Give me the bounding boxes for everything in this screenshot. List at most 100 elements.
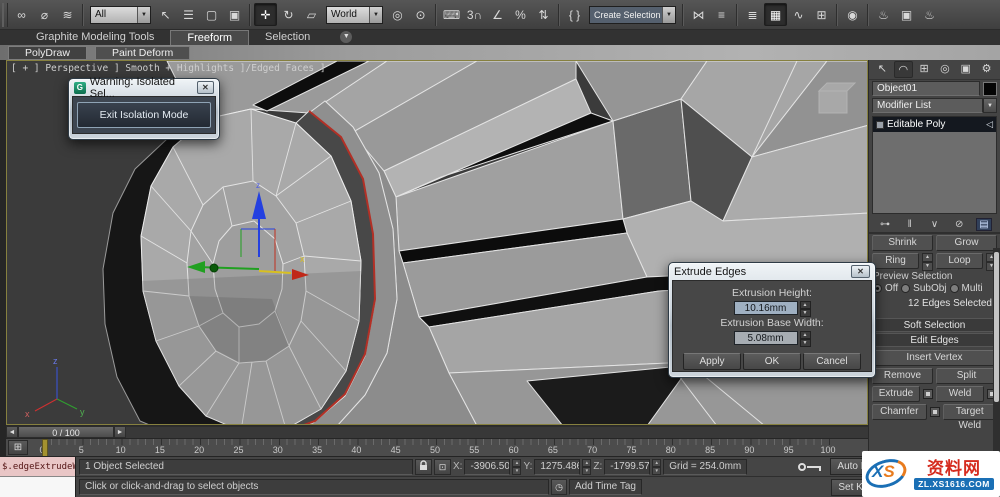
snaps-toggle-icon[interactable]: 3∩: [463, 3, 486, 26]
weld-button[interactable]: Weld: [936, 386, 984, 402]
create-tab-icon[interactable]: ↖: [873, 61, 892, 78]
use-pivot-point-center-icon[interactable]: ◎: [386, 3, 409, 26]
pin-stack-icon[interactable]: ⊶: [877, 219, 893, 230]
tab-freeform[interactable]: Freeform: [170, 30, 250, 45]
toolbar-grip[interactable]: [2, 2, 8, 27]
y-coordinate-input[interactable]: 1275.486m: [534, 458, 581, 475]
modifier-stack[interactable]: Editable Poly ◁: [872, 116, 997, 214]
x-spinner[interactable]: ▲ ▼: [512, 458, 522, 475]
insert-vertex-button[interactable]: Insert Vertex: [872, 350, 997, 366]
extrusion-height-spinner[interactable]: ▲ ▼: [799, 301, 811, 317]
select-and-move-icon[interactable]: ✛: [254, 3, 277, 26]
extrusion-base-width-input[interactable]: 5.08mm: [733, 331, 798, 345]
z-spinner[interactable]: ▲ ▼: [652, 458, 662, 475]
angle-snap-icon[interactable]: ∠: [486, 3, 509, 26]
track-bar[interactable]: ⊞ 05101520253035404550556065707580859095…: [6, 438, 868, 456]
utilities-tab-icon[interactable]: ⚙: [977, 61, 996, 78]
motion-tab-icon[interactable]: ◎: [936, 61, 955, 78]
extrude-close-icon[interactable]: ✕: [851, 265, 870, 278]
preview-multi-radio[interactable]: [949, 284, 959, 293]
mini-curve-editor-icon[interactable]: ⊞: [8, 440, 28, 455]
x-coordinate-input[interactable]: -3906.501: [464, 458, 511, 475]
select-and-manipulate-icon[interactable]: ⊙: [409, 3, 432, 26]
configure-modifier-sets-icon[interactable]: ▤: [976, 217, 992, 231]
time-slider-track[interactable]: [126, 426, 868, 438]
ok-button[interactable]: OK: [743, 353, 801, 370]
display-tab-icon[interactable]: ▣: [956, 61, 975, 78]
select-and-link-icon[interactable]: ∞: [10, 3, 33, 26]
extrusion-base-width-spinner[interactable]: ▲ ▼: [799, 331, 811, 347]
make-unique-icon[interactable]: ∨: [927, 219, 943, 230]
cancel-button[interactable]: Cancel: [803, 353, 861, 370]
absolute-offset-mode-icon[interactable]: ⊡: [434, 458, 451, 475]
show-end-result-icon[interactable]: ‖: [902, 219, 918, 230]
selection-filter-dropdown[interactable]: All ▼: [90, 5, 151, 24]
z-coordinate-input[interactable]: -1799.572: [604, 458, 651, 475]
maxscript-mini-listener[interactable]: $.edgeExtrudeW:: [0, 457, 76, 497]
y-spinner[interactable]: ▲ ▼: [582, 458, 592, 475]
extrude-settings-icon[interactable]: [923, 389, 933, 399]
split-button[interactable]: Split: [936, 368, 997, 384]
chamfer-settings-icon[interactable]: [929, 407, 940, 417]
apply-button[interactable]: Apply: [683, 353, 741, 370]
tab-selection[interactable]: Selection: [249, 30, 326, 45]
modifier-list-dropdown[interactable]: Modifier List ▼: [872, 98, 997, 113]
select-object-icon[interactable]: ↖: [154, 3, 177, 26]
reference-coordinate-system-dropdown[interactable]: World ▼: [326, 5, 383, 24]
exit-isolation-mode-button[interactable]: Exit Isolation Mode: [77, 102, 211, 128]
render-production-icon[interactable]: ♨: [918, 3, 941, 26]
keyboard-shortcut-override-icon[interactable]: ⌨: [440, 3, 463, 26]
soft-selection-rollout[interactable]: Soft Selection: [872, 318, 997, 332]
ribbon-minimize-chevron-icon[interactable]: ▼: [340, 31, 353, 43]
edit-named-selection-sets-icon[interactable]: { }: [563, 3, 586, 26]
tab-polydraw[interactable]: PolyDraw: [8, 45, 87, 60]
scene-explorer-icon[interactable]: ▦: [764, 3, 787, 26]
curve-editor-icon[interactable]: ∿: [787, 3, 810, 26]
listener-script-line[interactable]: [0, 477, 75, 497]
grow-button[interactable]: Grow: [936, 235, 997, 251]
align-icon[interactable]: ≡: [710, 3, 733, 26]
previous-frame-arrow[interactable]: ◄: [6, 426, 18, 438]
select-and-rotate-icon[interactable]: ↻: [277, 3, 300, 26]
ring-spinner[interactable]: ▲ ▼: [922, 253, 933, 271]
unlink-selection-icon[interactable]: ⌀: [33, 3, 56, 26]
remove-modifier-icon[interactable]: ⊘: [951, 219, 967, 230]
select-by-name-icon[interactable]: ☰: [177, 3, 200, 26]
modifier-stack-row-editable-poly[interactable]: Editable Poly ◁: [873, 117, 996, 132]
extrusion-height-input[interactable]: 10.16mm: [733, 301, 798, 315]
tab-paint-deform[interactable]: Paint Deform: [94, 45, 191, 60]
schematic-view-icon[interactable]: ⊞: [810, 3, 833, 26]
ring-button[interactable]: Ring: [872, 253, 919, 269]
render-setup-icon[interactable]: ♨: [872, 3, 895, 26]
viewport-label[interactable]: [ + ] Perspective ] Smooth + Highlights …: [11, 63, 326, 74]
object-color-swatch[interactable]: [983, 81, 997, 96]
preview-subobj-radio[interactable]: [901, 284, 911, 293]
add-time-tag-button[interactable]: Add Time Tag: [569, 479, 642, 495]
modifier-list-arrow-icon[interactable]: ▼: [983, 98, 997, 113]
tab-graphite-modeling-tools[interactable]: Graphite Modeling Tools: [20, 30, 170, 45]
window-crossing-icon[interactable]: ▣: [223, 3, 246, 26]
remove-button[interactable]: Remove: [872, 368, 933, 384]
rectangular-selection-region-icon[interactable]: ▢: [200, 3, 223, 26]
selection-lock-icon[interactable]: [415, 458, 432, 475]
listener-macro-line[interactable]: $.edgeExtrudeW:: [0, 457, 75, 477]
chamfer-button[interactable]: Chamfer: [872, 404, 927, 420]
warning-close-icon[interactable]: ✕: [196, 81, 215, 94]
percent-snap-icon[interactable]: %: [509, 3, 532, 26]
time-slider-handle[interactable]: 0 / 100: [18, 426, 114, 438]
bind-to-space-warp-icon[interactable]: ≋: [56, 3, 79, 26]
modify-tab-icon[interactable]: ◠: [893, 61, 913, 78]
warning-dialog-titlebar[interactable]: G Warning: Isolated Sel... ✕: [69, 76, 219, 100]
panel-scrollbar[interactable]: [993, 248, 1000, 456]
material-editor-icon[interactable]: ◉: [841, 3, 864, 26]
panel-scrollbar-thumb[interactable]: [994, 252, 999, 402]
time-tag-icon[interactable]: ◷: [551, 479, 567, 495]
mirror-icon[interactable]: ⋈: [687, 3, 710, 26]
named-selection-sets-dropdown[interactable]: Create Selection Se▼: [589, 5, 676, 24]
target-weld-button[interactable]: Target Weld: [942, 404, 997, 431]
loop-button[interactable]: Loop: [936, 253, 983, 269]
next-frame-arrow[interactable]: ►: [114, 426, 126, 438]
current-frame-marker[interactable]: [42, 439, 48, 456]
layer-manager-icon[interactable]: ≣: [741, 3, 764, 26]
rendered-frame-window-icon[interactable]: ▣: [895, 3, 918, 26]
